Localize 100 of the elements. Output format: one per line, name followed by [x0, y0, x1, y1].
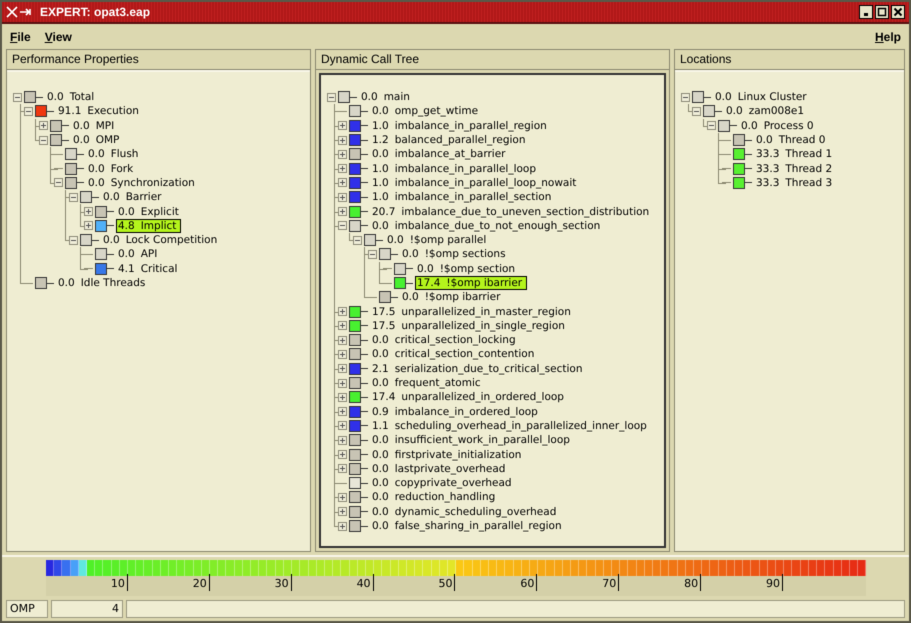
- expand-icon[interactable]: [338, 421, 347, 430]
- tree-node-label[interactable]: Process 0: [764, 120, 814, 132]
- collapse-icon[interactable]: [327, 92, 336, 102]
- tree-node-label[interactable]: critical_section_contention: [394, 348, 534, 360]
- tree-node-label[interactable]: Lock Competition: [126, 234, 218, 246]
- close-button[interactable]: [891, 5, 905, 19]
- tree-node-label[interactable]: imbalance_due_to_uneven_section_distribution: [401, 206, 650, 218]
- tree-node-label[interactable]: Thread 1: [785, 148, 832, 160]
- expand-icon[interactable]: [338, 350, 347, 359]
- collapse-icon[interactable]: [338, 221, 347, 230]
- expand-icon[interactable]: [338, 392, 347, 402]
- expand-icon[interactable]: [39, 121, 48, 130]
- tree-node-label[interactable]: Barrier: [126, 191, 162, 204]
- expand-icon[interactable]: [338, 336, 347, 345]
- tree-node-label[interactable]: !$omp ibarrier: [446, 277, 522, 289]
- collapse-icon[interactable]: [368, 250, 377, 259]
- tree-node-label[interactable]: copyprivate_overhead: [394, 477, 512, 490]
- expand-icon[interactable]: [338, 150, 347, 159]
- collapse-icon[interactable]: [69, 192, 78, 202]
- tree-node-label[interactable]: reduction_handling: [394, 491, 496, 504]
- tree-node-label[interactable]: Flush: [110, 148, 138, 160]
- expand-icon[interactable]: [338, 321, 347, 330]
- tree-node-label[interactable]: Total: [70, 91, 94, 104]
- tree-node-label[interactable]: Idle Threads: [80, 277, 146, 289]
- tree-node-label[interactable]: imbalance_in_ordered_loop: [394, 406, 538, 418]
- tree-node-label[interactable]: main: [384, 91, 410, 104]
- collapse-icon[interactable]: [39, 136, 48, 145]
- tree-node-label[interactable]: !$omp section: [440, 262, 516, 275]
- expand-icon[interactable]: [338, 464, 347, 474]
- tree-node-label[interactable]: omp_get_wtime: [394, 105, 478, 118]
- expand-icon[interactable]: [338, 364, 347, 374]
- tree-view[interactable]: 0.0 Total 91.1 Execution 0.0 MPI 0.0 OMP 0.0 Flush 0.0 Fork 0.0 Synchronization 0.0 Barrier 0.0 Explicit 4.8 Implict 0.0 Lock Competition 0.0 API 4.1 Critical 0.0 Idle Threads: [7, 70, 310, 551]
- expand-icon[interactable]: [338, 207, 347, 216]
- tree-node-label[interactable]: zam008e1: [748, 105, 804, 118]
- tree-node-label[interactable]: dynamic_scheduling_overhead: [394, 506, 556, 518]
- collapse-icon[interactable]: [681, 92, 690, 102]
- expand-icon[interactable]: [338, 522, 347, 531]
- tree-view[interactable]: 0.0 Linux Cluster 0.0 zam008e1 0.0 Process 0 0.0 Thread 0 33.3 Thread 1 33.3 Thread 2 33.3 Thread 3: [675, 70, 904, 551]
- expand-icon[interactable]: [338, 136, 347, 145]
- expand-icon[interactable]: [338, 492, 347, 502]
- tree-node-label[interactable]: Linux Cluster: [738, 91, 807, 104]
- menu-item[interactable]: Help: [874, 30, 901, 44]
- expand-icon[interactable]: [338, 378, 347, 388]
- tree-node-label[interactable]: Thread 0: [778, 134, 826, 146]
- tree-node-label[interactable]: false_sharing_in_parallel_region: [394, 520, 562, 532]
- tree-node-label[interactable]: imbalance_in_parallel_loop: [394, 162, 536, 175]
- tree-node-label[interactable]: imbalance_in_parallel_loop_nowait: [394, 176, 576, 189]
- menu-item[interactable]: View: [44, 30, 72, 44]
- tree-node-label[interactable]: !$omp sections: [424, 248, 506, 260]
- tree-node-label[interactable]: OMP: [96, 134, 120, 146]
- tree-node-label[interactable]: Thread 3: [785, 176, 832, 189]
- tree-node-label[interactable]: imbalance_in_parallel_section: [394, 191, 552, 204]
- collapse-icon[interactable]: [24, 106, 33, 116]
- expand-icon[interactable]: [338, 450, 347, 460]
- tree-node-label[interactable]: unparallelized_in_single_region: [401, 320, 565, 332]
- expand-icon[interactable]: [338, 192, 347, 202]
- tree-node-label[interactable]: unparallelized_in_master_region: [401, 306, 571, 318]
- tree-node-label[interactable]: scheduling_overhead_in_parallelized_inner_loop: [394, 420, 647, 432]
- tree-node-label[interactable]: lastprivate_overhead: [394, 462, 506, 475]
- tree-node-label[interactable]: imbalance_at_barrier: [394, 148, 506, 160]
- tree-node-label[interactable]: serialization_due_to_critical_section: [394, 362, 582, 375]
- tree-view[interactable]: [319, 73, 666, 548]
- tree-node-label[interactable]: Explicit: [140, 206, 179, 218]
- collapse-icon[interactable]: [69, 236, 78, 245]
- expand-icon[interactable]: [338, 407, 347, 416]
- minimize-button[interactable]: [859, 5, 873, 19]
- collapse-icon[interactable]: [13, 92, 22, 102]
- expand-icon[interactable]: [338, 178, 347, 188]
- tree-node-label[interactable]: critical_section_locking: [394, 334, 516, 346]
- tree-node-label[interactable]: Synchronization: [110, 176, 195, 189]
- collapse-icon[interactable]: [692, 106, 701, 116]
- tree-node-label[interactable]: firstprivate_initialization: [394, 448, 522, 461]
- tree-node-label[interactable]: API: [140, 248, 158, 260]
- expand-icon[interactable]: [338, 507, 347, 516]
- tree-node-label[interactable]: Execution: [87, 105, 139, 118]
- maximize-button[interactable]: [875, 5, 889, 19]
- expand-icon[interactable]: [338, 164, 347, 174]
- tree-node-label[interactable]: unparallelized_in_ordered_loop: [401, 391, 564, 404]
- collapse-icon[interactable]: [54, 178, 63, 188]
- expand-icon[interactable]: [338, 121, 347, 130]
- tree-node-label[interactable]: Thread 2: [785, 162, 832, 175]
- tree-node-label[interactable]: balanced_parallel_region: [394, 134, 526, 146]
- tree-node-label[interactable]: !$omp ibarrier: [424, 291, 500, 304]
- expand-icon[interactable]: [338, 307, 347, 316]
- tree-node-label[interactable]: imbalance_due_to_not_enough_section: [394, 220, 600, 232]
- tree-node-label[interactable]: MPI: [96, 120, 114, 132]
- collapse-icon[interactable]: [707, 121, 716, 130]
- menu-item[interactable]: File: [10, 30, 31, 44]
- tree-node-label[interactable]: insufficient_work_in_parallel_loop: [394, 434, 570, 446]
- tree-node-label[interactable]: Fork: [110, 162, 134, 175]
- tree-node-label[interactable]: Critical: [140, 262, 178, 275]
- collapse-icon[interactable]: [353, 236, 362, 245]
- expand-icon[interactable]: [84, 207, 93, 216]
- expand-icon[interactable]: [84, 221, 93, 230]
- expand-icon[interactable]: [338, 436, 347, 445]
- tree-node-label[interactable]: imbalance_in_parallel_region: [394, 120, 547, 132]
- tree-line: [361, 154, 368, 155]
- tree-node-label[interactable]: Implict: [140, 220, 176, 232]
- tree-node-label[interactable]: frequent_atomic: [394, 377, 481, 390]
- tree-node-label[interactable]: !$omp parallel: [410, 234, 486, 246]
